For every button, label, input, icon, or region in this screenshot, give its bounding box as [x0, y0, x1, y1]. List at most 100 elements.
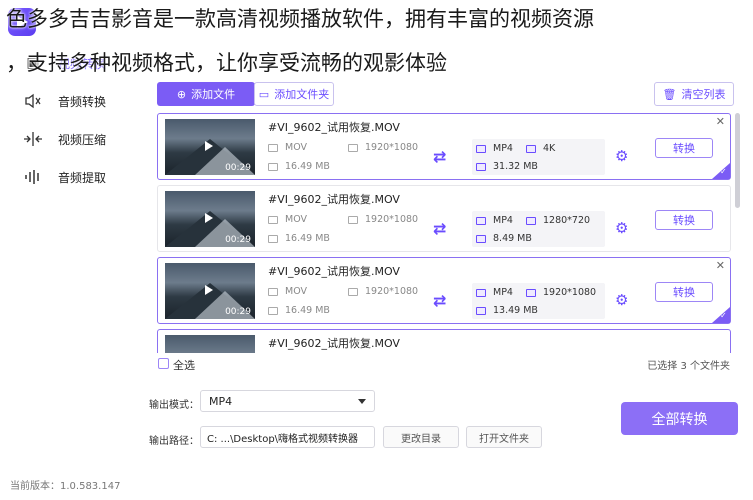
play-icon[interactable] — [205, 285, 213, 295]
duration: 00:29 — [225, 163, 251, 173]
output-mode-select[interactable]: MP4 — [200, 390, 375, 412]
duration: 00:29 — [225, 307, 251, 317]
resolution-icon — [526, 216, 536, 225]
convert-button[interactable]: 转换 — [655, 138, 713, 158]
src-format: MOV — [268, 214, 307, 225]
list-scrollbar[interactable] — [735, 113, 740, 208]
format-icon — [476, 216, 486, 225]
src-resolution: 1920*1080 — [348, 286, 418, 297]
target-info[interactable]: MP4 1920*1080 13.49 MB — [472, 283, 605, 319]
source-info: MOV 1920*1080 16.49 MB — [268, 210, 423, 248]
add-folder-button[interactable]: ▭ 添加文件夹 — [254, 82, 334, 106]
sidebar-item-label: 音频转换 — [58, 94, 107, 109]
video-thumbnail[interactable] — [165, 335, 255, 353]
src-size: 16.49 MB — [268, 161, 330, 172]
selected-count: 已选择 3 个文件夹 — [647, 361, 730, 372]
select-all-label[interactable]: 全选 — [173, 357, 195, 373]
add-folder-label: 添加文件夹 — [274, 88, 330, 101]
dst-resolution: 4K — [526, 143, 555, 154]
open-folder-button[interactable]: 打开文件夹 — [466, 426, 542, 448]
select-all-checkbox[interactable] — [158, 358, 169, 369]
src-resolution: 1920*1080 — [348, 214, 418, 225]
output-path-label: 输出路径： — [149, 436, 199, 447]
output-mode-label: 输出模式： — [149, 400, 199, 411]
dst-size: 31.32 MB — [476, 161, 538, 172]
src-size: 16.49 MB — [268, 233, 330, 244]
file-card[interactable]: 00:29 #VI_9602_试用恢复.MOV MOV 1920*1080 16… — [157, 113, 731, 180]
convert-all-button[interactable]: 全部转换 — [621, 402, 738, 435]
file-name: #VI_9602_试用恢复.MOV — [268, 337, 400, 350]
overlay-caption-line1: 色多多吉吉影音是一款高清视频播放软件，拥有丰富的视频资源 — [6, 7, 594, 31]
dst-resolution: 1280*720 — [526, 215, 590, 226]
output-mode-value: MP4 — [209, 394, 233, 408]
src-format: MOV — [268, 142, 307, 153]
folder-icon — [476, 306, 486, 315]
change-directory-button[interactable]: 更改目录 — [383, 426, 459, 448]
target-info[interactable]: MP4 1280*720 8.49 MB — [472, 211, 605, 247]
play-icon[interactable] — [205, 213, 213, 223]
resolution-icon — [526, 144, 536, 153]
waveform-icon — [22, 168, 44, 186]
resolution-icon — [526, 288, 536, 297]
source-info: MOV 1920*1080 16.49 MB — [268, 138, 423, 176]
app-version: 当前版本：1.0.583.147 — [10, 481, 121, 492]
source-info: MOV 1920*1080 16.49 MB — [268, 282, 423, 320]
selected-check-icon[interactable] — [712, 307, 730, 323]
compress-icon — [22, 130, 44, 148]
plus-circle-icon: ⊕ — [176, 87, 187, 101]
folder-icon: ▭ — [258, 87, 270, 101]
file-list: 00:29 #VI_9602_试用恢复.MOV MOV 1920*1080 16… — [157, 113, 731, 353]
convert-arrow-icon: ⇄ — [433, 147, 447, 166]
file-card[interactable]: 00:29 #VI_9602_试用恢复.MOV MOV 1920*1080 16… — [157, 185, 731, 252]
file-card[interactable]: 00:29 #VI_9602_试用恢复.MOV MOV 1920*1080 16… — [157, 257, 731, 324]
src-resolution: 1920*1080 — [348, 142, 418, 153]
sidebar-item-audio-extract[interactable]: 音频提取 — [0, 160, 140, 194]
clear-list-label: 清空列表 — [681, 88, 726, 101]
resolution-icon — [348, 143, 358, 152]
folder-icon — [268, 306, 278, 315]
dst-format: MP4 — [476, 287, 513, 298]
sidebar-item-label: 音频提取 — [58, 170, 107, 185]
video-thumbnail[interactable]: 00:29 — [165, 119, 255, 175]
sidebar: ▣ 视频转换 音频转换 视频压缩 音频提取 — [0, 40, 140, 470]
settings-gear-icon[interactable]: ⚙ — [615, 291, 628, 309]
play-icon[interactable] — [205, 141, 213, 151]
resolution-icon — [348, 215, 358, 224]
close-icon[interactable]: ✕ — [716, 115, 725, 128]
clear-list-button[interactable]: 🗑 清空列表 — [654, 82, 734, 106]
file-name: #VI_9602_试用恢复.MOV — [268, 265, 400, 278]
settings-gear-icon[interactable]: ⚙ — [615, 147, 628, 165]
folder-icon — [476, 234, 486, 243]
folder-icon — [268, 234, 278, 243]
format-icon — [268, 143, 278, 152]
dst-size: 13.49 MB — [476, 305, 538, 316]
file-card[interactable]: #VI_9602_试用恢复.MOV — [157, 329, 731, 353]
speaker-icon — [22, 92, 44, 110]
target-info[interactable]: MP4 4K 31.32 MB — [472, 139, 605, 175]
output-path-field[interactable]: C: ...\Desktop\嗨格式视频转换器 — [200, 426, 375, 448]
settings-gear-icon[interactable]: ⚙ — [615, 219, 628, 237]
close-icon[interactable]: ✕ — [716, 259, 725, 272]
selected-check-icon[interactable] — [712, 163, 730, 179]
add-file-button[interactable]: ⊕ 添加文件 — [157, 82, 255, 106]
resolution-icon — [348, 287, 358, 296]
file-name: #VI_9602_试用恢复.MOV — [268, 121, 400, 134]
selection-bar: 全选 已选择 3 个文件夹 — [158, 356, 732, 372]
add-file-label: 添加文件 — [191, 88, 236, 101]
convert-button[interactable]: 转换 — [655, 282, 713, 302]
chevron-down-icon — [358, 399, 366, 404]
convert-button[interactable]: 转换 — [655, 210, 713, 230]
convert-arrow-icon: ⇄ — [433, 219, 447, 238]
trash-icon: 🗑 — [662, 87, 677, 101]
sidebar-item-video-compress[interactable]: 视频压缩 — [0, 122, 140, 156]
duration: 00:29 — [225, 235, 251, 245]
folder-icon — [268, 162, 278, 171]
dst-resolution: 1920*1080 — [526, 287, 596, 298]
format-icon — [268, 287, 278, 296]
video-thumbnail[interactable]: 00:29 — [165, 191, 255, 247]
sidebar-item-audio-convert[interactable]: 音频转换 — [0, 84, 140, 118]
overlay-caption-line2: ，支持多种视频格式，让你享受流畅的观影体验 — [6, 51, 447, 75]
convert-arrow-icon: ⇄ — [433, 291, 447, 310]
file-name: #VI_9602_试用恢复.MOV — [268, 193, 400, 206]
video-thumbnail[interactable]: 00:29 — [165, 263, 255, 319]
